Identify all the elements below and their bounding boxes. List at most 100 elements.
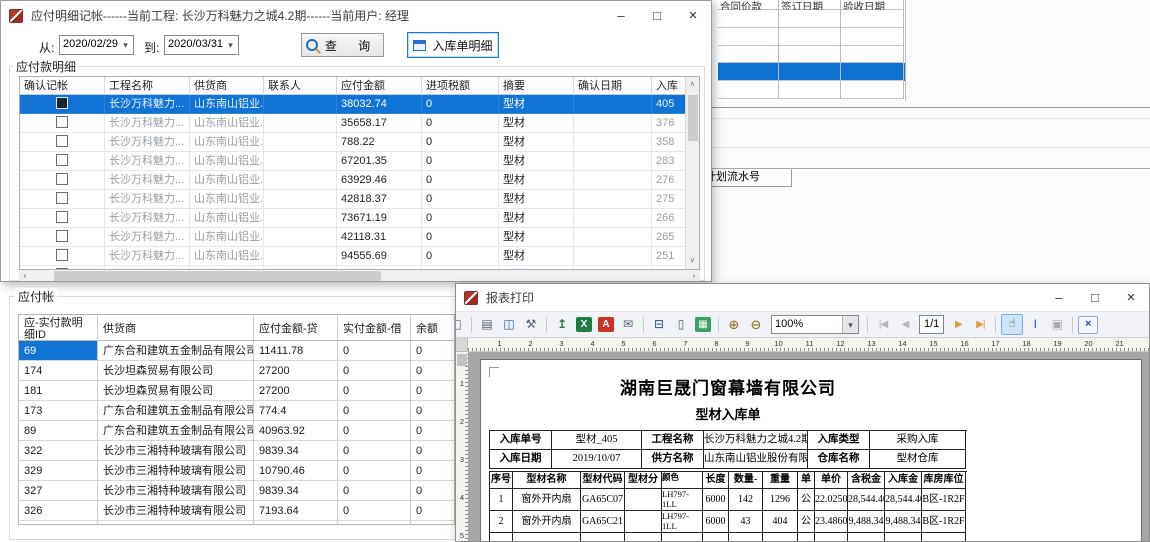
table-row[interactable] <box>718 81 905 99</box>
table-row[interactable]: 322 长沙市三湘特种玻璃有限公司 9839.34 0 0 <box>19 441 454 461</box>
plan-serial-field[interactable]: 计划流水号 <box>702 169 792 187</box>
query-button[interactable]: 查 询 <box>301 33 384 57</box>
column-header-debit[interactable]: 实付金额-借 <box>338 315 411 341</box>
export-icon[interactable]: ↥ <box>552 315 572 334</box>
h-scrollbar[interactable]: ‹ › <box>19 270 700 282</box>
column-header-credit[interactable]: 应付金额-贷 <box>254 315 338 341</box>
first-page-icon[interactable]: |◀ <box>873 315 893 334</box>
column-header-confirm-date[interactable]: 确认日期 <box>574 77 652 95</box>
column-header-supplier[interactable]: 供货商 <box>190 77 264 95</box>
confirm-checkbox[interactable] <box>56 192 68 204</box>
table-row[interactable]: 长沙市三湘特种玻璃有限公司 <box>19 521 454 525</box>
open-report-icon[interactable]: ◫ <box>499 315 519 334</box>
table-row[interactable]: 长沙万科魅力... 山东南山铝业... 35658.17 0 型材 376 <box>20 114 699 133</box>
table-row[interactable]: 长沙万科魅力... 山东南山铝业... 42818.37 0 型材 275 <box>20 190 699 209</box>
scroll-left-icon[interactable]: ‹ <box>19 270 31 282</box>
close-preview-icon[interactable]: × <box>1078 316 1098 334</box>
inbound-detail-button[interactable]: 入库单明细 <box>407 32 499 58</box>
column-header-amount[interactable]: 应付金额 <box>337 77 422 95</box>
chevron-down-icon[interactable]: ▾ <box>118 36 133 54</box>
maximize-button[interactable]: □ <box>639 1 675 30</box>
hand-tool-icon[interactable]: ☝ <box>1001 314 1023 335</box>
table-row[interactable]: 长沙万科魅力... 山东南山铝业... 73671.19 0 型材 266 <box>20 209 699 228</box>
scrollbar-up-icon[interactable]: ˄ <box>686 78 699 92</box>
table-row[interactable]: 173 广东合和建筑五金制品有限公司 774.4 0 0 <box>19 401 454 421</box>
column-header-tax[interactable]: 进项税额 <box>422 77 499 95</box>
table-row-selected[interactable] <box>718 63 905 81</box>
toolbar-separator <box>1072 317 1073 333</box>
table-row[interactable]: 327 长沙市三湘特种玻璃有限公司 9839.34 0 0 <box>19 481 454 501</box>
table-row[interactable]: 长沙万科魅力... 山东南山铝业... 63929.46 0 型材 276 <box>20 171 699 190</box>
confirm-checkbox[interactable] <box>56 135 68 147</box>
table-row[interactable]: 69 广东合和建筑五金制品有限公司 11411.78 0 0 <box>19 341 454 361</box>
text-select-icon[interactable]: I <box>1025 315 1045 334</box>
column-header-project[interactable]: 工程名称 <box>105 77 190 95</box>
close-button[interactable]: × <box>1113 284 1149 311</box>
table-row[interactable]: 89 广东合和建筑五金制品有限公司 40963.92 0 0 <box>19 421 454 441</box>
last-page-icon[interactable]: ▶| <box>970 315 990 334</box>
table-row[interactable] <box>718 46 905 63</box>
page-number-input[interactable]: 1/1 <box>919 315 944 334</box>
zoom-in-icon[interactable]: ⊕ <box>724 315 744 334</box>
column-header-contact[interactable]: 联系人 <box>264 77 337 95</box>
table-row[interactable] <box>718 10 905 28</box>
title-bar[interactable]: 应付明细记帐------当前工程: 长沙万科魅力之城4.2期------当前用户… <box>1 1 711 30</box>
table-row[interactable]: 181 长沙坦森贸易有限公司 27200 0 0 <box>19 381 454 401</box>
table-row[interactable]: 329 长沙市三湘特种玻璃有限公司 10790.46 0 0 <box>19 461 454 481</box>
table-row[interactable]: 326 长沙市三湘特种玻璃有限公司 7193.64 0 0 <box>19 501 454 521</box>
table-row[interactable]: 长沙万科魅力... 山东南山铝业... 788.22 0 型材 358 <box>20 133 699 152</box>
prev-page-icon[interactable]: ◀ <box>895 315 915 334</box>
column-header-inbound[interactable]: 入库 <box>652 77 686 95</box>
to-date-combo[interactable]: 2020/03/31 ▾ <box>164 35 239 55</box>
confirm-checkbox[interactable] <box>56 173 68 185</box>
v-scrollbar[interactable]: ˄ ˅ <box>685 77 699 269</box>
design-report-icon[interactable]: ⚒ <box>521 315 541 334</box>
ruler-thumb[interactable] <box>457 354 467 366</box>
scrollbar-thumb[interactable] <box>688 95 698 141</box>
confirm-checkbox[interactable] <box>56 230 68 242</box>
column-header-balance[interactable]: 余额 <box>411 315 455 341</box>
column-header-supplier[interactable]: 供货商 <box>98 315 254 341</box>
copy-page-icon[interactable]: ▣ <box>1047 315 1067 334</box>
table-row[interactable] <box>718 28 905 46</box>
table-row[interactable]: 长沙万科魅力... 山东南山铝业... 38032.74 0 型材 405 <box>20 95 699 114</box>
column-header-summary[interactable]: 摘要 <box>499 77 574 95</box>
table-row[interactable]: 长沙万科魅力... 山东南山铝业... 94555.69 0 型材 251 <box>20 247 699 266</box>
ruler-number: 4 <box>456 493 468 531</box>
table-row[interactable]: 长沙万科魅力... 山东南山铝业... 67201.35 0 型材 283 <box>20 152 699 171</box>
page-setup-icon[interactable]: ▯ <box>671 315 691 334</box>
column-header-id[interactable]: 应-实付款明细ID <box>19 315 98 341</box>
confirm-checkbox[interactable] <box>56 97 68 109</box>
title-bar[interactable]: 报表打印 – □ × <box>456 284 1149 311</box>
column-header-confirm[interactable]: 确认记帐 <box>20 77 105 95</box>
chevron-down-icon[interactable]: ▾ <box>223 36 238 54</box>
close-button[interactable]: × <box>675 1 711 30</box>
ruler-number: 5 <box>456 531 468 542</box>
scroll-right-icon[interactable]: › <box>688 270 700 282</box>
minimize-button[interactable]: – <box>603 1 639 30</box>
confirm-checkbox[interactable] <box>56 154 68 166</box>
confirm-checkbox[interactable] <box>56 249 68 261</box>
next-page-icon[interactable]: ▶ <box>948 315 968 334</box>
table-row[interactable]: 长沙万科魅力... 山东南山铝业... 42118.31 0 型材 265 <box>20 228 699 247</box>
print-setup-icon[interactable]: ⊟ <box>649 315 669 334</box>
print-icon[interactable]: ▤ <box>477 315 497 334</box>
send-email-icon[interactable]: ✉ <box>618 315 638 334</box>
minimize-button[interactable]: – <box>1041 284 1077 311</box>
scrollbar-down-icon[interactable]: ˅ <box>686 254 699 268</box>
page-color-icon[interactable]: ▦ <box>695 317 711 332</box>
maximize-button[interactable]: □ <box>1077 284 1113 311</box>
scrollbar-thumb[interactable] <box>54 271 381 281</box>
confirm-checkbox[interactable] <box>56 211 68 223</box>
from-date-combo[interactable]: 2020/02/29 ▾ <box>59 35 134 55</box>
chevron-down-icon[interactable]: ▾ <box>842 316 858 333</box>
export-pdf-icon[interactable]: A <box>598 317 614 332</box>
payable-detail-table: 确认记帐 工程名称 供货商 联系人 应付金额 进项税额 摘要 确认日期 入库 长… <box>19 76 700 270</box>
table-row[interactable]: 174 长沙坦森贸易有限公司 27200 0 0 <box>19 361 454 381</box>
zoom-combo[interactable]: 100% ▾ <box>771 315 859 334</box>
sign-date-header: 签订日期 <box>779 1 823 10</box>
preview-panel-icon[interactable]: ◧ <box>455 315 466 334</box>
zoom-out-icon[interactable]: ⊖ <box>746 315 766 334</box>
export-excel-icon[interactable]: X <box>576 317 592 332</box>
confirm-checkbox[interactable] <box>56 116 68 128</box>
